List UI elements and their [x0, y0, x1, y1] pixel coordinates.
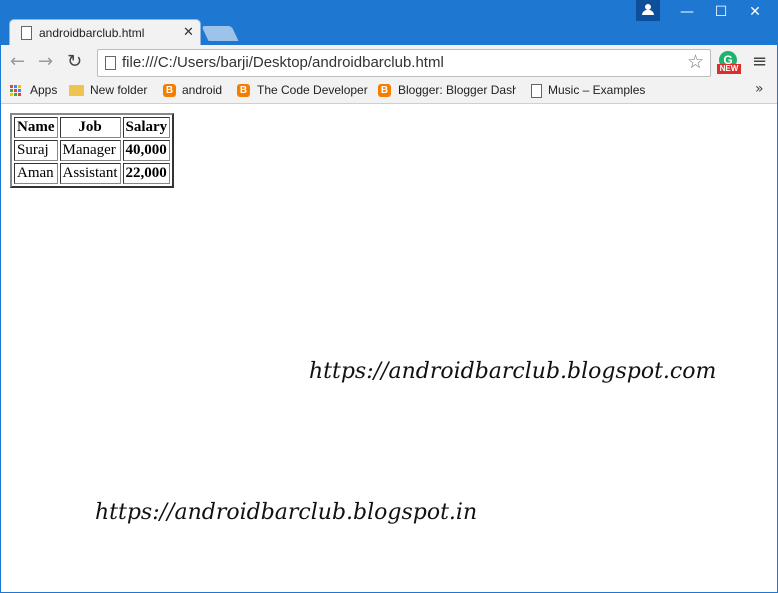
new-tab-button[interactable] — [201, 26, 239, 41]
cell-salary: 22,000 — [122, 163, 171, 184]
bookmark-apps[interactable]: Apps — [30, 83, 57, 97]
bookmark-the-code-developer[interactable]: The Code Developer — [257, 83, 368, 97]
bookmark-blogger-dash[interactable]: Blogger: Blogger Dash — [398, 83, 516, 97]
blogger-icon: B — [237, 84, 250, 97]
cell-name: Suraj — [14, 140, 58, 161]
cell-salary: 40,000 — [122, 140, 171, 161]
forward-button[interactable]: → — [38, 51, 53, 72]
grammarly-extension-button[interactable]: G NEW — [717, 51, 741, 75]
profile-button[interactable] — [636, 0, 660, 21]
new-badge: NEW — [717, 64, 741, 74]
url-text[interactable]: file:///C:/Users/barji/Desktop/androidba… — [122, 54, 444, 71]
bookmark-star-icon[interactable]: ☆ — [687, 51, 704, 73]
browser-window: — ☐ ✕ androidbarclub.html ✕ ← → ↻ file:/… — [0, 0, 778, 593]
blogger-icon: B — [163, 84, 176, 97]
bookmark-music-examples[interactable]: Music – Examples — [548, 83, 645, 97]
reload-button[interactable]: ↻ — [67, 51, 82, 72]
tab-title: androidbarclub.html — [39, 26, 145, 40]
folder-icon — [69, 85, 84, 96]
apps-grid-icon — [10, 85, 22, 97]
back-button[interactable]: ← — [10, 51, 25, 72]
header-name: Name — [14, 117, 58, 138]
header-salary: Salary — [122, 117, 171, 138]
bookmark-android[interactable]: android — [182, 83, 222, 97]
employee-table: Name Job Salary Suraj Manager 40,000 Ama… — [10, 113, 175, 188]
page-content: Name Job Salary Suraj Manager 40,000 Ama… — [1, 104, 777, 592]
table-row: Suraj Manager 40,000 — [14, 140, 171, 161]
header-job: Job — [59, 117, 121, 138]
cell-job: Manager — [59, 140, 121, 161]
cell-job: Assistant — [59, 163, 121, 184]
table-header-row: Name Job Salary — [14, 117, 171, 138]
toolbar: ← → ↻ file:///C:/Users/barji/Desktop/and… — [1, 45, 777, 79]
cell-name: Aman — [14, 163, 58, 184]
close-window-button[interactable]: ✕ — [732, 0, 778, 26]
watermark-com: https://androidbarclub.blogspot.com — [309, 359, 717, 384]
bookmarks-overflow-button[interactable]: » — [755, 81, 764, 97]
bookmarks-bar: Apps New folder B android B The Code Dev… — [1, 79, 777, 104]
tab-close-button[interactable]: ✕ — [183, 24, 194, 40]
page-icon — [105, 56, 116, 70]
blogger-icon: B — [378, 84, 391, 97]
page-icon — [21, 26, 32, 40]
page-icon — [531, 84, 542, 98]
bookmark-new-folder[interactable]: New folder — [90, 83, 147, 97]
title-bar: — ☐ ✕ androidbarclub.html ✕ — [0, 0, 778, 47]
table-row: Aman Assistant 22,000 — [14, 163, 171, 184]
menu-icon[interactable]: ≡ — [752, 51, 767, 72]
tab-androidbarclub[interactable]: androidbarclub.html ✕ — [9, 19, 201, 47]
address-bar[interactable]: file:///C:/Users/barji/Desktop/androidba… — [97, 49, 711, 77]
watermark-in: https://androidbarclub.blogspot.in — [95, 500, 478, 525]
